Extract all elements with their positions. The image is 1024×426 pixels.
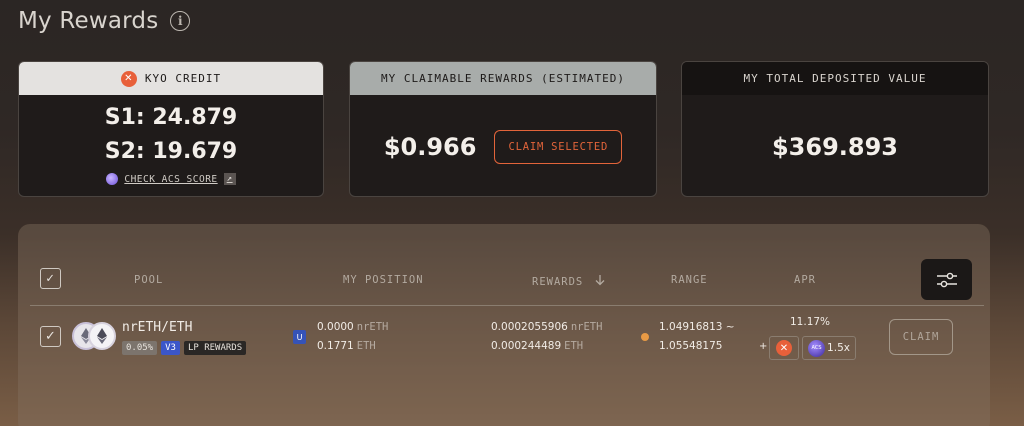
external-link-icon: ↗ [223,173,236,185]
sliders-icon [936,272,957,287]
page-title-text: My Rewards [18,8,159,34]
arrow-down-icon [595,275,605,286]
kyo-x-icon: ✕ [776,340,792,356]
version-badge: V3 [161,341,180,355]
total-deposited-value: $369.893 [771,132,898,161]
acs-token-icon: ACS [808,339,826,357]
info-icon[interactable]: i [170,11,191,31]
reward-amount-1: 0.0002055906 nrETH [491,321,603,333]
claim-button[interactable]: CLAIM [889,319,953,355]
kyo-boost-chip[interactable]: ✕ [769,336,799,360]
column-range[interactable]: RANGE [671,274,708,286]
kyo-credit-title: KYO CREDIT [144,72,222,85]
lp-rewards-badge: LP REWARDS [183,341,247,355]
acs-boost-chip[interactable]: ACS 1.5x [802,336,856,360]
check-acs-score-link[interactable]: CHECK ACS SCORE ↗ [19,173,323,185]
select-all-checkbox[interactable]: ✓ [40,268,61,289]
apr-plus: + [759,341,768,352]
filter-settings-button[interactable] [921,259,972,300]
position-amount-2: 0.1771 ETH [317,340,376,352]
claimable-rewards-title: MY CLAIMABLE REWARDS (ESTIMATED) [381,72,625,85]
eth-token-icon [88,322,116,350]
check-acs-score-label: CHECK ACS SCORE [124,173,218,185]
position-badge: U [293,330,306,344]
column-pool[interactable]: POOL [134,274,163,286]
table-row: ✓ nrETH/ETH 0.05% V3 LP REWARDS U 0.0000… [18,314,990,364]
boost-multiplier: 1.5x [827,342,850,354]
in-range-indicator [641,333,649,341]
range-high: 1.05548175 [659,340,723,352]
column-apr[interactable]: APR [794,274,816,286]
season2-credit: S2: 19.679 [104,139,238,164]
column-my-position[interactable]: MY POSITION [343,274,424,286]
table-header: ✓ POOL MY POSITION REWARDS RANGE APR [18,262,990,304]
fee-tier-badge: 0.05% [122,341,158,355]
range-low: 1.04916813 ~ [659,321,735,333]
page-title: My Rewards i [18,8,191,34]
header-divider [30,305,984,306]
claimable-value: $0.966 [383,132,477,161]
claimable-rewards-card: MY CLAIMABLE REWARDS (ESTIMATED) $0.966 … [349,61,657,197]
kyo-credit-card: ✕ KYO CREDIT S1: 24.879 S2: 19.679 CHECK… [18,61,324,197]
pool-pair-name[interactable]: nrETH/ETH [122,320,192,335]
kyo-credit-header: ✕ KYO CREDIT [19,62,323,95]
pair-icons [72,322,116,350]
position-amount-1: 0.0000 nrETH [317,321,389,333]
claim-selected-button[interactable]: CLAIM SELECTED [494,129,623,164]
claimable-rewards-header: MY CLAIMABLE REWARDS (ESTIMATED) [350,62,656,95]
column-rewards[interactable]: REWARDS [532,274,606,288]
total-deposited-title: MY TOTAL DEPOSITED VALUE [743,72,927,85]
reward-amount-2: 0.000244489 ETH [491,340,584,352]
apr-value: 11.17% [790,316,831,328]
total-deposited-header: MY TOTAL DEPOSITED VALUE [682,62,988,95]
total-deposited-card: MY TOTAL DEPOSITED VALUE $369.893 [681,61,989,197]
kyo-x-icon: ✕ [120,70,137,87]
acs-icon [106,173,119,185]
season1-credit: S1: 24.879 [104,105,238,130]
row-checkbox[interactable]: ✓ [40,326,61,347]
